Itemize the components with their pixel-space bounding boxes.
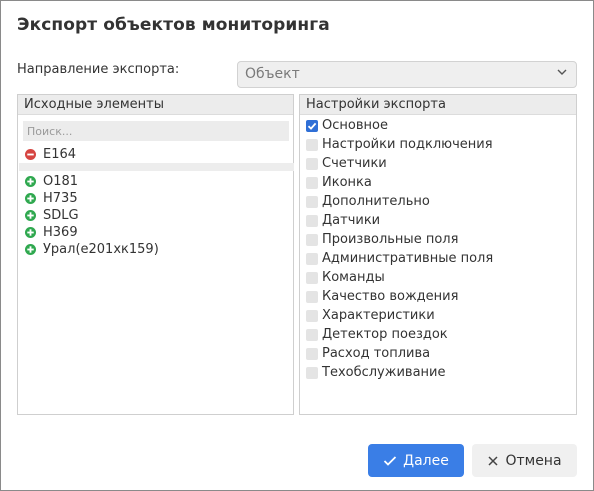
setting-option[interactable]: Административные поля [306, 250, 493, 267]
setting-option[interactable]: Характеристики [306, 307, 435, 324]
setting-option[interactable]: Техобслуживание [306, 364, 446, 381]
checkmark-icon [307, 122, 317, 130]
list-separator [19, 163, 294, 171]
setting-option[interactable]: Качество вождения [306, 288, 458, 305]
checkbox[interactable] [306, 309, 318, 322]
setting-option[interactable]: Настройки подключения [306, 136, 493, 153]
setting-option-label: Административные поля [322, 251, 494, 266]
setting-option-label: Настройки подключения [322, 137, 493, 152]
checkbox[interactable] [306, 233, 318, 246]
source-items-header: Исходные элементы [18, 95, 293, 115]
available-item-label: Урал(е201хк159) [43, 242, 159, 257]
available-item-label: SDLG [43, 208, 79, 223]
available-item[interactable]: H369 [25, 224, 78, 241]
checkbox[interactable] [306, 271, 318, 284]
minus-circle-icon[interactable] [25, 149, 36, 160]
export-direction-select[interactable]: Объект [237, 61, 577, 88]
available-item-label: H735 [43, 191, 78, 206]
available-item-label: O181 [43, 174, 79, 189]
available-item[interactable]: H735 [25, 190, 78, 207]
close-icon [488, 455, 498, 466]
checkbox[interactable] [306, 366, 318, 379]
plus-circle-icon[interactable] [25, 210, 36, 221]
source-items-panel: Исходные элементы E164 O181 H735 SDL [17, 94, 294, 415]
checkbox[interactable] [306, 328, 318, 341]
setting-option-label: Дополнительно [322, 194, 430, 209]
checkbox[interactable] [306, 214, 318, 227]
export-direction-label: Направление экспорта: [17, 62, 180, 77]
dialog-title: Экспорт объектов мониторинга [17, 15, 330, 35]
setting-option[interactable]: Иконка [306, 174, 372, 191]
available-item[interactable]: Урал(е201хк159) [25, 241, 159, 258]
setting-option-label: Датчики [322, 213, 381, 228]
available-item[interactable]: SDLG [25, 207, 79, 224]
export-dialog: Экспорт объектов мониторинга Направление… [0, 0, 594, 491]
selected-item-label: E164 [43, 147, 77, 162]
cancel-button-label: Отмена [505, 452, 562, 469]
setting-option-label: Произвольные поля [322, 232, 459, 247]
setting-option[interactable]: Основное [306, 117, 388, 134]
checkbox[interactable] [306, 290, 318, 303]
setting-option-label: Техобслуживание [322, 365, 446, 380]
checkbox-checked[interactable] [306, 119, 318, 132]
search-input[interactable] [23, 121, 289, 141]
setting-option-label: Качество вождения [322, 289, 459, 304]
checkbox[interactable] [306, 157, 318, 170]
setting-option[interactable]: Датчики [306, 212, 380, 229]
setting-option-label: Расход топлива [322, 346, 431, 361]
export-settings-header: Настройки экспорта [300, 95, 576, 115]
next-button[interactable]: Далее [368, 444, 464, 477]
setting-option-label: Детектор поездок [322, 327, 448, 342]
checkbox[interactable] [306, 138, 318, 151]
chevron-down-icon [557, 69, 567, 75]
checkbox[interactable] [306, 195, 318, 208]
next-button-label: Далее [403, 452, 449, 469]
setting-option[interactable]: Счетчики [306, 155, 387, 172]
setting-option[interactable]: Дополнительно [306, 193, 430, 210]
checkmark-icon [384, 455, 397, 466]
checkbox[interactable] [306, 176, 318, 189]
cancel-button[interactable]: Отмена [472, 444, 577, 477]
setting-option-label: Основное [322, 118, 388, 133]
plus-circle-icon[interactable] [25, 193, 36, 204]
selected-item[interactable]: E164 [25, 146, 76, 163]
export-direction-value: Объект [245, 66, 300, 82]
setting-option-label: Характеристики [322, 308, 435, 323]
checkbox[interactable] [306, 347, 318, 360]
setting-option[interactable]: Детектор поездок [306, 326, 448, 343]
plus-circle-icon[interactable] [25, 227, 36, 238]
setting-option[interactable]: Произвольные поля [306, 231, 458, 248]
export-settings-panel: Настройки экспорта Основное Настройки по… [299, 94, 577, 415]
setting-option-label: Иконка [322, 175, 372, 190]
setting-option[interactable]: Команды [306, 269, 385, 286]
setting-option-label: Команды [322, 270, 385, 285]
plus-circle-icon[interactable] [25, 244, 36, 255]
available-item-label: H369 [43, 225, 78, 240]
setting-option[interactable]: Расход топлива [306, 345, 430, 362]
checkbox[interactable] [306, 252, 318, 265]
plus-circle-icon[interactable] [25, 176, 36, 187]
setting-option-label: Счетчики [322, 156, 387, 171]
available-item[interactable]: O181 [25, 173, 78, 190]
